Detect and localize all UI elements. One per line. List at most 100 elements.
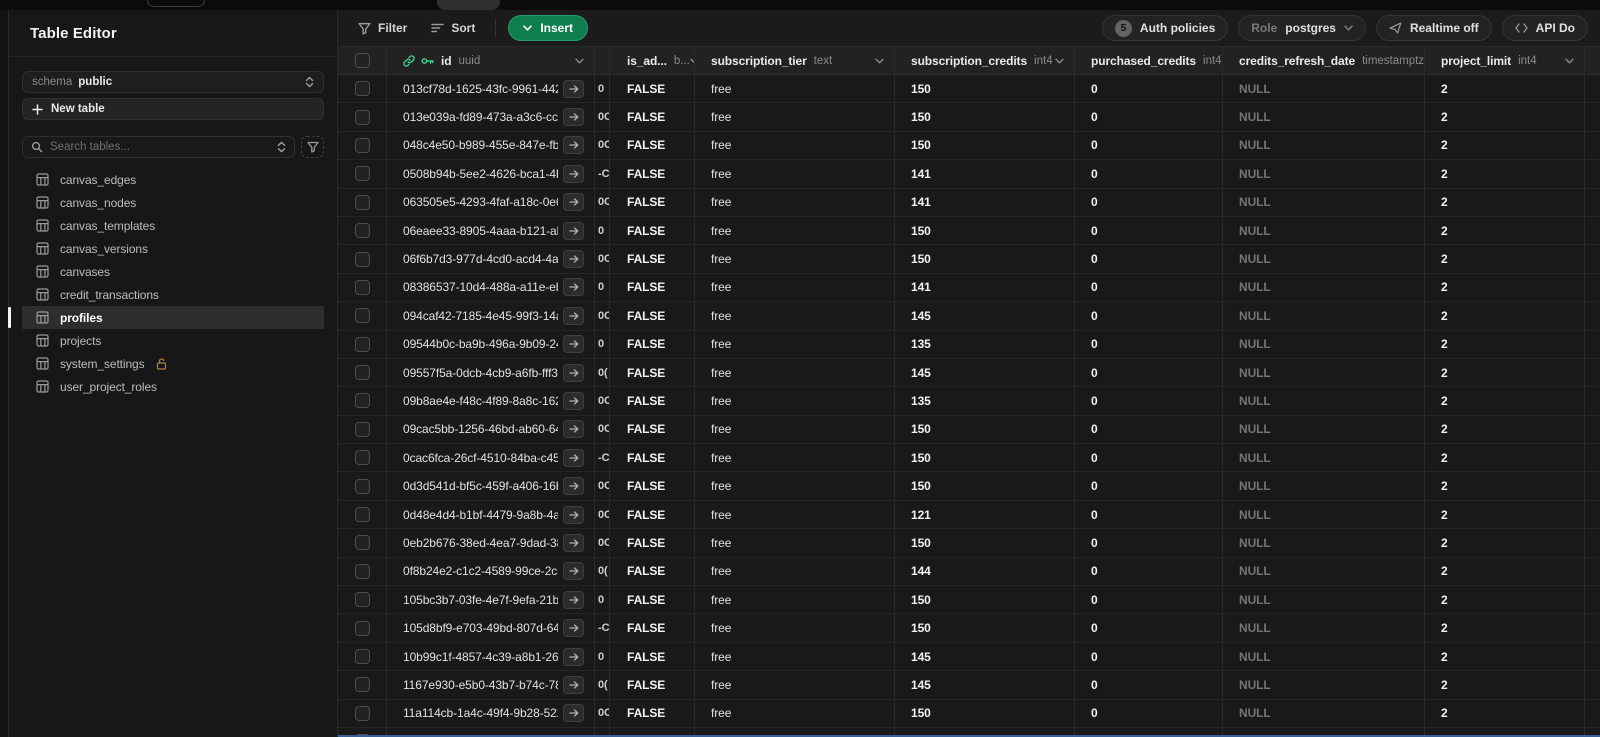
sidebar-table-item[interactable]: canvas_nodes: [22, 191, 324, 214]
cell-project-limit[interactable]: 2: [1425, 557, 1585, 586]
cell-clipped[interactable]: 0: [595, 216, 610, 245]
cell-purchased-credits[interactable]: 0: [1075, 614, 1223, 642]
cell-is-admin[interactable]: FALSE: [610, 699, 695, 727]
cell-subscription-tier[interactable]: free: [695, 500, 895, 529]
table-row[interactable]: 09557f5a-0dcb-4cb9-a6fb-fff366... 0( FAL…: [338, 358, 1600, 388]
cell-credits-refresh-date[interactable]: NULL: [1223, 642, 1425, 671]
cell-project-limit[interactable]: 2: [1425, 387, 1585, 415]
table-row[interactable]: 11a114cb-1a4c-49f4-9b28-52219ec... 0C FA…: [338, 699, 1600, 728]
cell-clipped-right[interactable]: NULL: [1585, 444, 1600, 471]
cell-subscription-credits[interactable]: 121: [895, 500, 1075, 529]
cell-credits-refresh-date[interactable]: NULL: [1223, 586, 1425, 614]
cell-subscription-credits[interactable]: 145: [895, 671, 1075, 699]
column-header-subscription-tier[interactable]: subscription_tier text: [695, 47, 895, 74]
row-checkbox[interactable]: [354, 450, 370, 466]
expand-row-button[interactable]: [563, 391, 584, 410]
row-checkbox[interactable]: [354, 137, 370, 153]
cell-subscription-credits[interactable]: 150: [895, 586, 1075, 614]
cell-subscription-credits[interactable]: 135: [895, 387, 1075, 415]
cell-subscription-tier[interactable]: free: [695, 529, 895, 557]
cell-credits-refresh-date[interactable]: NULL: [1223, 699, 1425, 727]
cell-project-limit[interactable]: 2: [1425, 586, 1585, 614]
cell-clipped-right[interactable]: NULL: [1585, 245, 1600, 272]
cell-is-admin[interactable]: FALSE: [610, 302, 695, 330]
table-row[interactable]: 063505e5-4293-4faf-a18c-0e65b... 0C FALS…: [338, 188, 1600, 217]
cell-clipped[interactable]: 0C: [595, 131, 610, 160]
cell-clipped[interactable]: 0C: [595, 188, 610, 216]
cell-subscription-credits[interactable]: 150: [895, 131, 1075, 160]
cell-clipped-right[interactable]: NULL: [1585, 217, 1600, 244]
cell-credits-refresh-date[interactable]: NULL: [1223, 444, 1425, 472]
row-checkbox[interactable]: [354, 677, 370, 693]
table-row[interactable]: 09544b0c-ba9b-496a-9b09-244... 0 FALSE f…: [338, 330, 1600, 359]
cell-purchased-credits[interactable]: 0: [1075, 444, 1223, 472]
cell-subscription-tier[interactable]: free: [695, 699, 895, 727]
cell-credits-refresh-date[interactable]: NULL: [1223, 358, 1425, 387]
cell-clipped[interactable]: 0C: [595, 472, 610, 500]
cell-subscription-tier[interactable]: free: [695, 586, 895, 614]
cell-subscription-credits[interactable]: 150: [895, 614, 1075, 642]
cell-id[interactable]: 0cac6fca-26cf-4510-84ba-c4580...: [387, 444, 595, 472]
cell-credits-refresh-date[interactable]: NULL: [1223, 216, 1425, 245]
cell-id[interactable]: 105d8bf9-e703-49bd-807d-645e...: [387, 614, 595, 642]
table-row[interactable]: 013cf78d-1625-43fc-9961-442189... 0 FALS…: [338, 75, 1600, 104]
cell-clipped[interactable]: 0: [595, 642, 610, 671]
cell-purchased-credits[interactable]: 0: [1075, 699, 1223, 727]
cell-purchased-credits[interactable]: 0: [1075, 273, 1223, 302]
cell-project-limit[interactable]: 2: [1425, 699, 1585, 727]
cell-purchased-credits[interactable]: 0: [1075, 529, 1223, 557]
cell-credits-refresh-date[interactable]: NULL: [1223, 103, 1425, 131]
row-checkbox[interactable]: [354, 166, 370, 182]
expand-row-button[interactable]: [563, 533, 584, 552]
cell-clipped-right[interactable]: NULL: [1585, 359, 1600, 386]
expand-row-button[interactable]: [563, 136, 584, 155]
search-tables-input[interactable]: [50, 141, 270, 153]
cell-is-admin[interactable]: FALSE: [610, 444, 695, 472]
cell-is-admin[interactable]: FALSE: [610, 586, 695, 614]
cell-project-limit[interactable]: 2: [1425, 188, 1585, 216]
cell-clipped[interactable]: -C: [595, 444, 610, 472]
select-all-checkbox[interactable]: [354, 53, 370, 68]
cell-credits-refresh-date[interactable]: NULL: [1223, 160, 1425, 188]
cell-credits-refresh-date[interactable]: NULL: [1223, 472, 1425, 500]
cell-is-admin[interactable]: FALSE: [610, 642, 695, 671]
cell-subscription-tier[interactable]: free: [695, 103, 895, 131]
table-row[interactable]: 105d8bf9-e703-49bd-807d-645e... -C FALSE…: [338, 614, 1600, 643]
cell-subscription-tier[interactable]: free: [695, 216, 895, 245]
row-checkbox[interactable]: [354, 365, 370, 381]
expand-row-button[interactable]: [563, 477, 584, 496]
cell-subscription-credits[interactable]: 150: [895, 415, 1075, 444]
row-checkbox[interactable]: [354, 478, 370, 494]
cell-id[interactable]: 09cac5bb-1256-46bd-ab60-64ed...: [387, 415, 595, 444]
expand-row-button[interactable]: [563, 505, 584, 524]
cell-is-admin[interactable]: FALSE: [610, 160, 695, 188]
cell-id[interactable]: 11a114cb-1a4c-49f4-9b28-52219ec...: [387, 699, 595, 727]
cell-subscription-tier[interactable]: free: [695, 75, 895, 103]
cell-subscription-credits[interactable]: 150: [895, 529, 1075, 557]
table-row[interactable]: 09b8ae4e-f48c-4f89-8a8c-1629b... 0C FALS…: [338, 387, 1600, 416]
cell-subscription-tier[interactable]: free: [695, 160, 895, 188]
cell-clipped[interactable]: 0(: [595, 557, 610, 586]
cell-purchased-credits[interactable]: 0: [1075, 245, 1223, 273]
chevron-down-icon[interactable]: [575, 58, 584, 64]
cell-clipped-right[interactable]: NULL: [1585, 302, 1600, 329]
column-header-clipped-right[interactable]: su: [1585, 47, 1600, 74]
cell-clipped[interactable]: 0: [595, 330, 610, 358]
sidebar-table-item[interactable]: canvas_versions: [22, 237, 324, 260]
sidebar-table-item[interactable]: user_project_roles: [22, 375, 324, 398]
cell-id[interactable]: 06eaee33-8905-4aaa-b121-ab552...: [387, 216, 595, 245]
cell-clipped-right[interactable]: NULL: [1585, 643, 1600, 670]
cell-clipped-right[interactable]: NULL: [1585, 75, 1600, 102]
sidebar-table-item[interactable]: projects: [22, 329, 324, 352]
cell-purchased-credits[interactable]: 0: [1075, 103, 1223, 131]
table-row[interactable]: 10b99c1f-4857-4c39-a8b1-263b8... 0 FALSE…: [338, 642, 1600, 672]
sidebar-table-item[interactable]: profiles: [8, 306, 324, 329]
cell-clipped[interactable]: 0C: [595, 387, 610, 415]
cell-clipped[interactable]: 0C: [595, 529, 610, 557]
cell-project-limit[interactable]: 2: [1425, 245, 1585, 273]
row-checkbox[interactable]: [354, 592, 370, 608]
row-checkbox[interactable]: [354, 194, 370, 210]
cell-subscription-tier[interactable]: free: [695, 245, 895, 273]
cell-is-admin[interactable]: FALSE: [610, 614, 695, 642]
sidebar-table-item[interactable]: credit_transactions: [22, 283, 324, 306]
